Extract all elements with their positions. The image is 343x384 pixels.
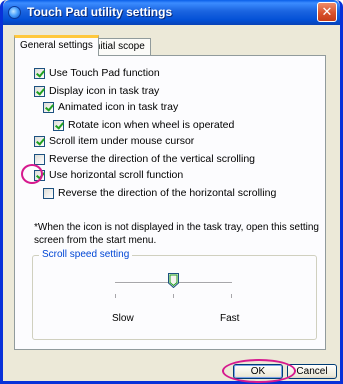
checkbox[interactable]	[34, 153, 45, 165]
option-rotate-icon[interactable]: Rotate icon when wheel is operated	[53, 118, 234, 132]
checkbox[interactable]	[43, 101, 54, 113]
option-animated-icon[interactable]: Animated icon in task tray	[43, 100, 178, 114]
slider-tick	[115, 294, 116, 298]
option-scroll-under-cursor[interactable]: Scroll item under mouse cursor	[34, 134, 194, 148]
option-use-touch-pad[interactable]: Use Touch Pad function	[34, 66, 160, 80]
checkbox[interactable]	[34, 135, 45, 147]
checkbox[interactable]	[34, 85, 45, 97]
checkbox[interactable]	[34, 169, 45, 181]
option-reverse-horizontal[interactable]: Reverse the direction of the horizontal …	[43, 186, 276, 200]
tab-general-settings[interactable]: General settings	[14, 35, 99, 56]
option-label: Display icon in task tray	[49, 85, 160, 97]
option-label: Reverse the direction of the horizontal …	[58, 187, 277, 199]
ok-button[interactable]: OK	[233, 364, 283, 379]
checkbox[interactable]	[34, 67, 45, 79]
close-button[interactable]: ✕	[317, 2, 337, 22]
checkbox[interactable]	[53, 119, 64, 131]
slider-max-label: Fast	[220, 313, 240, 324]
option-label: Scroll item under mouse cursor	[49, 135, 195, 147]
scroll-speed-legend: Scroll speed setting	[39, 249, 133, 260]
option-label: Use Touch Pad function	[49, 67, 160, 79]
option-display-icon[interactable]: Display icon in task tray	[34, 84, 159, 98]
scroll-speed-group: Scroll speed setting Slow Fast	[32, 249, 317, 340]
option-label: Rotate icon when wheel is operated	[68, 119, 235, 131]
slider-tick	[173, 294, 174, 298]
window-title: Touch Pad utility settings	[27, 5, 173, 19]
option-label: Animated icon in task tray	[58, 101, 179, 113]
slider-thumb[interactable]	[167, 273, 179, 288]
option-label: Use horizontal scroll function	[49, 169, 184, 181]
slider-min-label: Slow	[112, 313, 134, 324]
cancel-button[interactable]: Cancel	[287, 364, 337, 379]
slider-tick	[231, 294, 232, 298]
option-horizontal-scroll[interactable]: Use horizontal scroll function	[34, 168, 183, 182]
tray-icon-note: *When the icon is not displayed in the t…	[34, 222, 319, 246]
checkbox[interactable]	[43, 187, 54, 199]
title-bar[interactable]: Touch Pad utility settings ✕	[3, 0, 340, 25]
option-label: Reverse the direction of the vertical sc…	[49, 153, 256, 165]
app-icon	[8, 6, 21, 19]
option-reverse-vertical[interactable]: Reverse the direction of the vertical sc…	[34, 152, 255, 166]
